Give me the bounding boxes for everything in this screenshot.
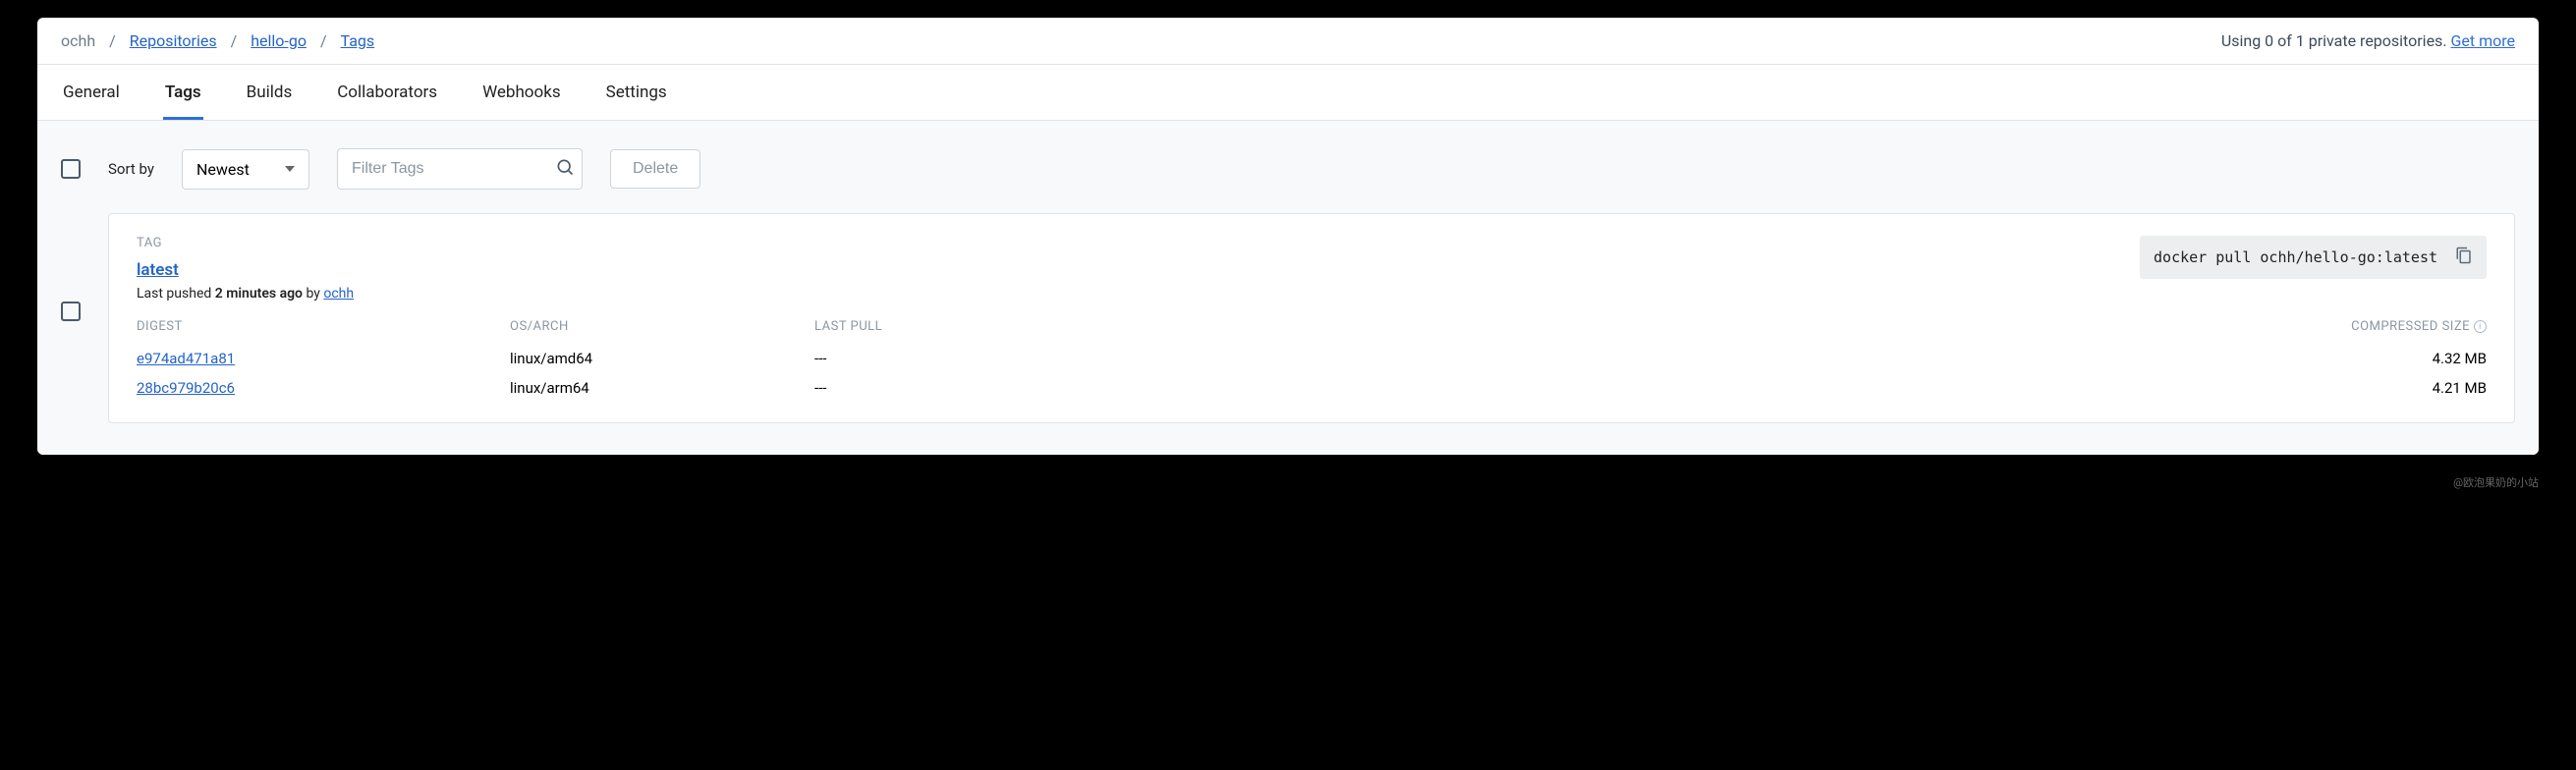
row-checkbox-wrap <box>61 213 81 321</box>
header-size: COMPRESSED SIZE i <box>2310 319 2487 334</box>
breadcrumb-repositories[interactable]: Repositories <box>130 31 217 50</box>
tag-card-row: TAG latest Last pushed 2 minutes ago by … <box>61 213 2515 423</box>
table-row: e974ad471a81 linux/amd64 --- 4.32 MB <box>137 344 2487 373</box>
content-area: Sort by Newest Delete TAG <box>37 121 2539 455</box>
digest-headers: DIGEST OS/ARCH LAST PULL COMPRESSED SIZE… <box>137 319 2487 344</box>
breadcrumb-repo[interactable]: hello-go <box>251 31 307 50</box>
pull-command-box[interactable]: docker pull ochh/hello-go:latest <box>2140 236 2487 279</box>
osarch-cell: linux/arm64 <box>510 379 814 397</box>
chevron-down-icon <box>285 166 295 172</box>
tab-collaborators[interactable]: Collaborators <box>335 65 439 120</box>
breadcrumb-page[interactable]: Tags <box>341 31 375 50</box>
toolbar: Sort by Newest Delete <box>61 148 2515 190</box>
size-cell: 4.32 MB <box>2310 350 2487 367</box>
copy-icon[interactable] <box>2455 246 2473 269</box>
select-all-checkbox[interactable] <box>61 159 81 179</box>
delete-button[interactable]: Delete <box>610 149 700 189</box>
breadcrumb: ochh / Repositories / hello-go / Tags <box>61 31 374 50</box>
quota-get-more-link[interactable]: Get more <box>2451 31 2516 50</box>
osarch-cell: linux/amd64 <box>510 350 814 367</box>
tag-info: TAG latest Last pushed 2 minutes ago by … <box>137 236 354 302</box>
breadcrumb-user: ochh <box>61 31 95 50</box>
watermark: @欧泡果奶的小站 <box>0 472 2576 504</box>
tag-card: TAG latest Last pushed 2 minutes ago by … <box>108 213 2515 423</box>
digest-link[interactable]: e974ad471a81 <box>137 350 235 367</box>
repo-tags-window: ochh / Repositories / hello-go / Tags Us… <box>37 18 2539 455</box>
header-osarch: OS/ARCH <box>510 319 814 334</box>
pushed-prefix: Last pushed <box>137 286 215 302</box>
pushed-info: Last pushed 2 minutes ago by ochh <box>137 286 354 302</box>
tab-tags[interactable]: Tags <box>163 65 203 120</box>
table-row: 28bc979b20c6 linux/arm64 --- 4.21 MB <box>137 373 2487 403</box>
lastpull-cell: --- <box>814 350 2310 367</box>
sort-value: Newest <box>196 160 250 179</box>
pushed-time: 2 minutes ago <box>215 286 303 302</box>
header-lastpull: LAST PULL <box>814 319 2310 334</box>
sort-select[interactable]: Newest <box>182 149 309 190</box>
breadcrumb-separator: / <box>231 31 238 50</box>
tag-row-checkbox[interactable] <box>61 302 81 321</box>
card-header: TAG latest Last pushed 2 minutes ago by … <box>137 236 2487 302</box>
breadcrumb-separator: / <box>109 31 116 50</box>
tab-webhooks[interactable]: Webhooks <box>480 65 563 120</box>
tab-general[interactable]: General <box>61 65 122 120</box>
search-icon <box>555 157 575 181</box>
breadcrumb-separator: / <box>320 31 327 50</box>
digest-table: DIGEST OS/ARCH LAST PULL COMPRESSED SIZE… <box>137 319 2487 403</box>
tab-builds[interactable]: Builds <box>245 65 295 120</box>
sort-label: Sort by <box>108 160 154 178</box>
digest-link[interactable]: 28bc979b20c6 <box>137 379 235 397</box>
filter-input-wrapper[interactable] <box>337 148 583 190</box>
filter-input[interactable] <box>352 160 555 178</box>
header-digest: DIGEST <box>137 319 510 334</box>
pull-command-text: docker pull ochh/hello-go:latest <box>2154 248 2437 266</box>
tab-settings[interactable]: Settings <box>604 65 669 120</box>
pushed-user-link[interactable]: ochh <box>323 286 354 302</box>
breadcrumb-bar: ochh / Repositories / hello-go / Tags Us… <box>37 18 2539 65</box>
tag-column-header: TAG <box>137 236 354 250</box>
quota-usage: Using 0 of 1 private repositories. <box>2221 31 2447 50</box>
size-cell: 4.21 MB <box>2310 379 2487 397</box>
tabs-nav: General Tags Builds Collaborators Webhoo… <box>37 65 2539 121</box>
pushed-by: by <box>303 286 323 302</box>
lastpull-cell: --- <box>814 379 2310 397</box>
header-size-text: COMPRESSED SIZE <box>2351 319 2470 334</box>
info-icon[interactable]: i <box>2474 320 2487 333</box>
tag-name-link[interactable]: latest <box>137 260 179 280</box>
quota-text: Using 0 of 1 private repositories. Get m… <box>2221 31 2515 50</box>
